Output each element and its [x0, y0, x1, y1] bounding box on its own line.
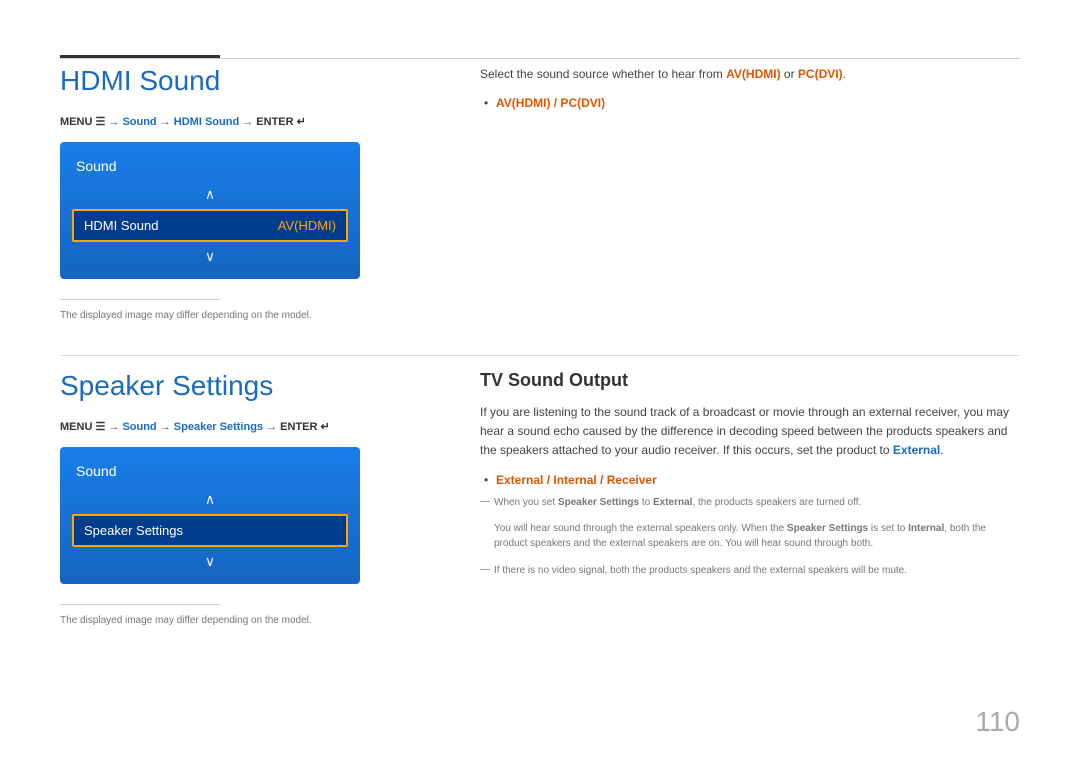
tv-bullet-text: External / Internal / Receiver — [496, 473, 657, 487]
tv-desc-highlight: External — [893, 443, 940, 457]
tv-desc-end: . — [940, 443, 943, 457]
hdmi-chevron-down: ∨ — [60, 244, 360, 269]
hdmi-sound-title: HDMI Sound — [60, 65, 430, 97]
arrow3: → — [242, 116, 256, 128]
speaker-menu-prefix: MENU — [60, 421, 92, 433]
hdmi-desc-h2: PC(DVI) — [798, 67, 843, 81]
hdmi-row-value: AV(HDMI) — [278, 218, 336, 233]
speaker-panel: Sound ∧ Speaker Settings ∨ — [60, 447, 360, 584]
sp-step-sound: Sound — [122, 421, 156, 433]
menu-icon: ☰ — [95, 116, 108, 128]
tv-note2: You will hear sound through the external… — [494, 521, 1020, 551]
sp-arrow3: → — [266, 421, 280, 433]
hdmi-panel-row: HDMI Sound AV(HDMI) — [72, 209, 348, 242]
hdmi-sound-left: HDMI Sound MENU ☰ → Sound → HDMI Sound →… — [60, 65, 430, 321]
top-rule — [60, 58, 1020, 59]
hdmi-panel-title: Sound — [60, 152, 360, 182]
hdmi-sound-menu-path: MENU ☰ → Sound → HDMI Sound → ENTER ↵ — [60, 115, 430, 128]
tv-sound-desc: If you are listening to the sound track … — [480, 403, 1020, 461]
hdmi-bullet: AV(HDMI) / PC(DVI) — [496, 96, 1020, 110]
speaker-chevron-up: ∧ — [60, 487, 360, 512]
hdmi-sound-right: Select the sound source whether to hear … — [480, 65, 1020, 118]
sp-enter: ENTER — [280, 421, 317, 433]
note1-dash: — — [480, 496, 490, 507]
tv-sound-bullet: External / Internal / Receiver — [496, 473, 1020, 487]
speaker-note: The displayed image may differ depending… — [60, 615, 430, 626]
tv-note3: If there is no video signal, both the pr… — [494, 563, 907, 578]
menu-prefix: MENU — [60, 116, 92, 128]
sp-enter-icon: ↵ — [321, 421, 330, 433]
menu-step-sound: Sound — [122, 116, 156, 128]
enter-icon: ↵ — [297, 116, 306, 128]
page-container: HDMI Sound MENU ☰ → Sound → HDMI Sound →… — [0, 0, 1080, 763]
hdmi-desc: Select the sound source whether to hear … — [480, 65, 1020, 84]
hdmi-divider — [60, 299, 220, 300]
speaker-settings-left: Speaker Settings MENU ☰ → Sound → Speake… — [60, 370, 430, 626]
hdmi-bullet-text: AV(HDMI) / PC(DVI) — [496, 96, 605, 110]
hdmi-row-label: HDMI Sound — [84, 218, 158, 233]
tv-note3-line: — If there is no video signal, both the … — [480, 563, 1020, 584]
hdmi-desc-text: Select the sound source whether to hear … — [480, 67, 726, 81]
sp-arrow2: → — [160, 421, 174, 433]
speaker-chevron-down: ∨ — [60, 549, 360, 574]
arrow2: → — [160, 116, 174, 128]
hdmi-desc-mid: or — [781, 67, 798, 81]
speaker-divider — [60, 604, 220, 605]
speaker-settings-title: Speaker Settings — [60, 370, 430, 402]
note3-dash: — — [480, 564, 490, 575]
tv-note2-line: You will hear sound through the external… — [494, 521, 1020, 557]
hdmi-desc-end: . — [843, 67, 846, 81]
hdmi-note: The displayed image may differ depending… — [60, 310, 430, 321]
sp-arrow1: → — [108, 421, 122, 433]
mid-rule — [60, 355, 1020, 356]
speaker-panel-title: Sound — [60, 457, 360, 487]
speaker-menu-path: MENU ☰ → Sound → Speaker Settings → ENTE… — [60, 420, 430, 433]
speaker-panel-row: Speaker Settings — [72, 514, 348, 547]
hdmi-sound-panel: Sound ∧ HDMI Sound AV(HDMI) ∨ — [60, 142, 360, 279]
page-number: 110 — [975, 706, 1020, 738]
hdmi-desc-h1: AV(HDMI) — [726, 67, 780, 81]
speaker-menu-icon: ☰ — [95, 421, 108, 433]
sp-step-settings: Speaker Settings — [174, 421, 263, 433]
tv-sound-output-title: TV Sound Output — [480, 370, 1020, 391]
tv-note1-line: — When you set Speaker Settings to Exter… — [480, 495, 1020, 516]
menu-step-hdmi: HDMI Sound — [174, 116, 239, 128]
arrow1: → — [108, 116, 122, 128]
tv-note1: When you set Speaker Settings to Externa… — [494, 495, 861, 510]
menu-enter: ENTER — [256, 116, 293, 128]
speaker-settings-right: TV Sound Output If you are listening to … — [480, 370, 1020, 589]
hdmi-chevron-up: ∧ — [60, 182, 360, 207]
speaker-row-label: Speaker Settings — [84, 523, 183, 538]
